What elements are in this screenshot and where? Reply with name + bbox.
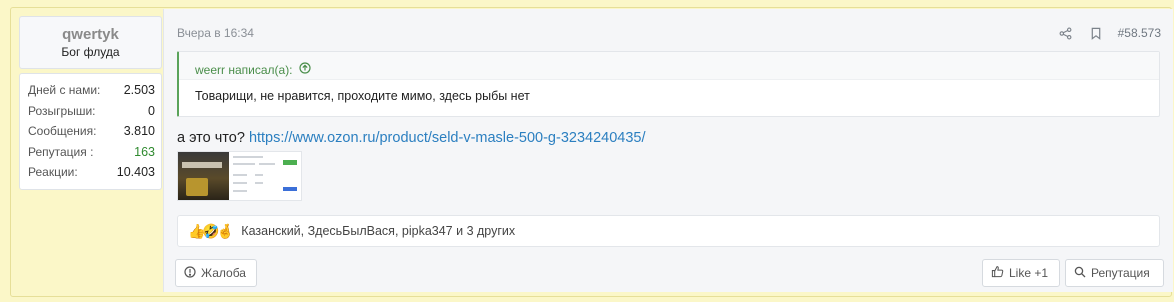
- quote-author[interactable]: weerr написал(а):: [195, 63, 293, 77]
- product-link[interactable]: https://www.ozon.ru/product/seld-v-masle…: [249, 130, 646, 146]
- reactions-bar[interactable]: 👍🤣🤞 Казанский, ЗдесьБылВася, pipka347 и …: [177, 215, 1160, 247]
- user-column: qwertyk Бог флуда Дней с нами: 2.503 Роз…: [19, 16, 162, 190]
- post-number[interactable]: #58.573: [1118, 26, 1161, 40]
- stat-row-giveaways: Розыгрыши: 0: [28, 101, 155, 122]
- report-button[interactable]: Жалоба: [175, 259, 257, 287]
- stat-row-reputation: Репутация : 163: [28, 142, 155, 163]
- stat-row-reactions: Реакции: 10.403: [28, 162, 155, 183]
- post-main: Вчера в 16:34 #58.573 weerr написал(а): …: [163, 9, 1173, 292]
- stat-label: Розыгрыши:: [28, 103, 96, 118]
- user-stats: Дней с нами: 2.503 Розыгрыши: 0 Сообщени…: [19, 73, 162, 190]
- report-label: Жалоба: [201, 266, 246, 280]
- reaction-icons: 👍🤣🤞: [188, 222, 234, 239]
- stat-label: Дней с нами:: [28, 83, 101, 98]
- post-header-actions: #58.573: [1058, 25, 1161, 41]
- stat-value[interactable]: 3.810: [124, 124, 155, 138]
- stat-value: 0: [148, 103, 155, 118]
- product-image: [178, 152, 229, 200]
- stat-row-messages: Сообщения: 3.810: [28, 121, 155, 142]
- post-date[interactable]: Вчера в 16:34: [177, 26, 254, 40]
- reputation-button[interactable]: Репутация: [1065, 259, 1164, 287]
- quote-text: Товарищи, не нравится, проходите мимо, з…: [195, 89, 530, 103]
- share-icon[interactable]: [1058, 25, 1074, 41]
- message-text: а это что?: [177, 130, 249, 146]
- arrow-up-circle-icon[interactable]: [298, 62, 311, 77]
- stat-row-days: Дней с нами: 2.503: [28, 80, 155, 101]
- quote-header: weerr написал(а):: [179, 52, 1159, 80]
- post-header: Вчера в 16:34 #58.573: [177, 25, 1161, 41]
- reputation-label: Репутация: [1091, 266, 1150, 280]
- message-body: а это что? https://www.ozon.ru/product/s…: [177, 130, 646, 146]
- link-preview-thumbnail[interactable]: [177, 151, 302, 201]
- reaction-users[interactable]: Казанский, ЗдесьБылВася, pipka347 и 3 др…: [241, 224, 515, 238]
- quote-block: weerr написал(а): Товарищи, не нравится,…: [177, 51, 1160, 117]
- like-button[interactable]: Like +1: [982, 259, 1060, 287]
- alert-circle-icon: [184, 265, 196, 281]
- username[interactable]: qwertyk: [24, 26, 157, 43]
- user-title: Бог флуда: [61, 45, 120, 59]
- post-container: qwertyk Бог флуда Дней с нами: 2.503 Роз…: [10, 7, 1173, 297]
- stat-label: Сообщения:: [28, 124, 97, 139]
- thumbs-up-icon: [991, 265, 1004, 281]
- stat-label: Реакции:: [28, 165, 78, 180]
- stat-value: 10.403: [116, 165, 155, 180]
- stat-label: Репутация :: [28, 144, 94, 159]
- stat-value: 163: [134, 144, 155, 159]
- product-page-preview: [229, 152, 301, 200]
- bookmark-icon[interactable]: [1088, 25, 1104, 41]
- search-icon: [1074, 266, 1086, 281]
- like-label: Like +1: [1009, 266, 1049, 280]
- stat-value: 2.503: [123, 83, 155, 98]
- user-card: qwertyk Бог флуда: [19, 16, 162, 69]
